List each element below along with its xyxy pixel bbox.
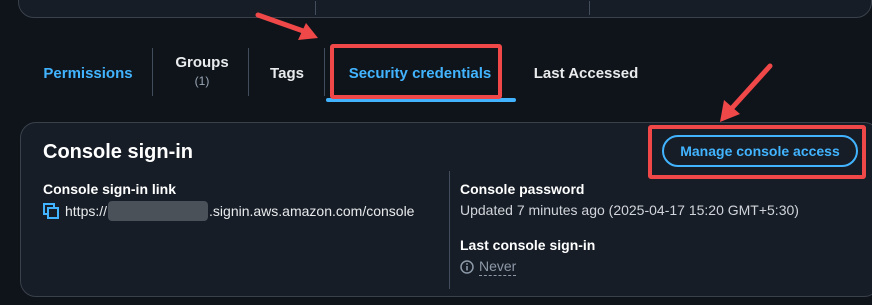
copy-icon[interactable] — [43, 203, 59, 219]
tab-label: Tags — [270, 64, 304, 82]
tab-label: Permissions — [43, 64, 133, 82]
summary-card — [18, 0, 872, 18]
tab-groups[interactable]: Groups (1) — [170, 44, 234, 102]
last-signin-value: Never — [460, 258, 517, 276]
iam-user-page: Permissions Groups (1) Tags Security cre… — [0, 0, 872, 305]
tab-label: Security credentials — [348, 64, 492, 82]
manage-console-access-button[interactable]: Manage console access — [662, 135, 858, 167]
tab-permissions[interactable]: Permissions — [42, 44, 134, 102]
signin-link[interactable]: https:// .signin.aws.amazon.com/console — [43, 201, 414, 221]
signin-link-label: Console sign-in link — [43, 181, 177, 197]
tab-bar: Permissions Groups (1) Tags Security cre… — [24, 44, 704, 102]
last-signin-label: Last console sign-in — [460, 237, 596, 253]
console-signin-card: Console sign-in Manage console access Co… — [20, 122, 872, 297]
tab-security-credentials[interactable]: Security credentials — [330, 44, 510, 102]
tab-divider — [324, 48, 325, 96]
tab-count: (1) — [194, 74, 210, 88]
tab-tags[interactable]: Tags — [262, 44, 312, 102]
column-divider — [449, 171, 450, 289]
signin-link-suffix: .signin.aws.amazon.com/console — [209, 203, 415, 219]
signin-link-prefix: https:// — [65, 203, 108, 219]
tab-label: Last Accessed — [533, 64, 639, 82]
summary-divider — [315, 1, 316, 15]
tab-label: Groups — [175, 54, 229, 71]
arrow-annotation — [720, 63, 773, 122]
tab-divider — [248, 48, 249, 96]
redacted-account-id — [108, 201, 209, 221]
tab-divider — [152, 48, 153, 96]
console-password-label: Console password — [460, 181, 585, 197]
tab-last-accessed[interactable]: Last Accessed — [530, 44, 642, 102]
info-icon — [460, 260, 474, 274]
summary-divider — [589, 1, 590, 15]
last-signin-never: Never — [479, 258, 517, 276]
active-tab-indicator — [326, 98, 516, 102]
console-password-value: Updated 7 minutes ago (2025-04-17 15:20 … — [460, 202, 799, 218]
card-title: Console sign-in — [43, 141, 193, 163]
